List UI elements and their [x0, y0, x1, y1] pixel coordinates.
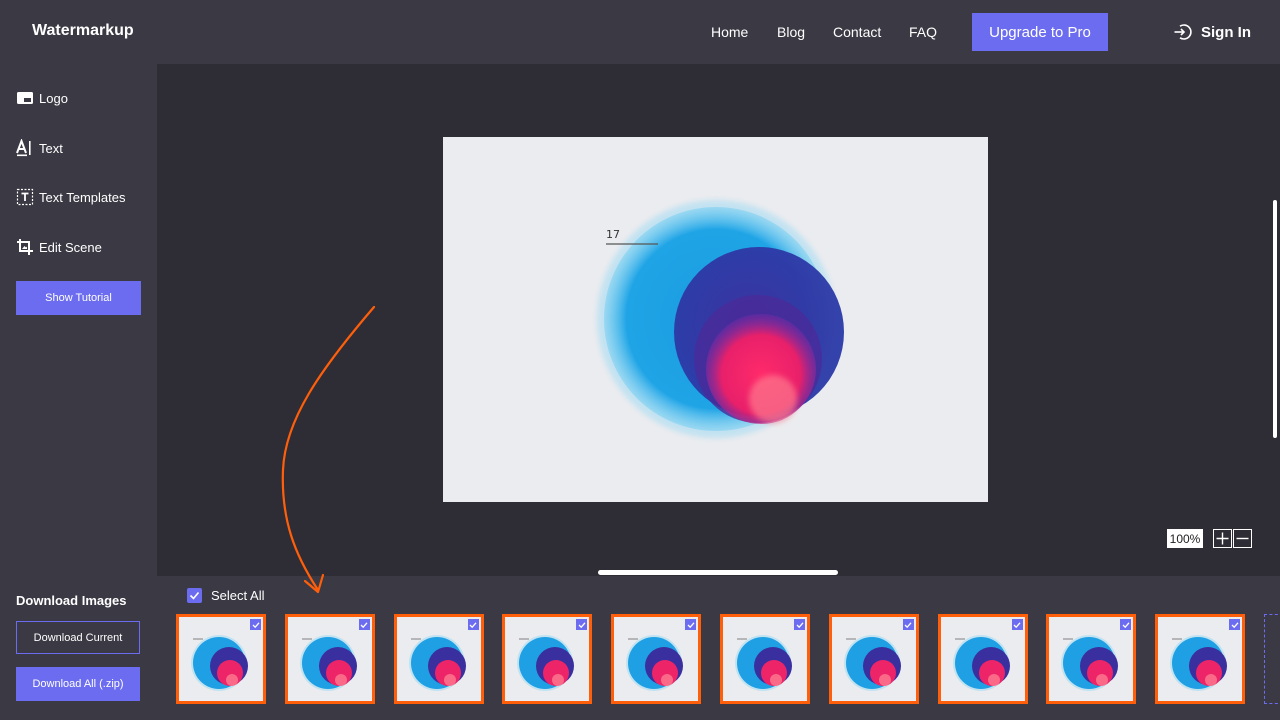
thumbnail[interactable]	[284, 614, 375, 704]
plus-icon	[1216, 532, 1229, 545]
check-icon	[252, 621, 259, 628]
thumbnail[interactable]	[502, 614, 593, 704]
sidebar-item-label: Text	[39, 140, 63, 156]
thumbnail-checkbox[interactable]	[685, 619, 697, 630]
check-icon	[904, 621, 912, 628]
sidebar-item-text-templates[interactable]: Text Templates	[16, 187, 125, 207]
check-icon	[687, 621, 695, 628]
thumbnail[interactable]	[1155, 614, 1246, 704]
sidebar-item-logo[interactable]: Logo	[16, 88, 68, 108]
thumbnail-checkbox[interactable]	[250, 619, 261, 630]
zoom-level: 100%	[1167, 529, 1203, 548]
thumbnail-checkbox[interactable]	[1229, 619, 1241, 630]
check-icon	[360, 621, 368, 628]
text-template-icon	[16, 188, 34, 206]
vertical-scrollbar[interactable]	[1273, 200, 1277, 438]
thumbnail-checkbox[interactable]	[1120, 619, 1132, 630]
nav-blog[interactable]: Blog	[777, 24, 805, 40]
canvas-image[interactable]: 17	[443, 137, 988, 502]
zoom-out-button[interactable]	[1233, 529, 1252, 548]
check-icon	[796, 621, 803, 628]
preview-artwork: 17	[597, 200, 844, 438]
nav-home[interactable]: Home	[711, 24, 748, 40]
select-all-label: Select All	[211, 587, 265, 603]
check-icon	[469, 621, 477, 628]
zoom-in-button[interactable]	[1213, 529, 1232, 548]
check-icon	[1122, 621, 1130, 628]
add-image-slot[interactable]	[1264, 614, 1280, 704]
sidebar-item-label: Edit Scene	[39, 239, 102, 255]
thumbnail[interactable]	[1046, 614, 1137, 704]
sign-in-label: Sign In	[1201, 23, 1251, 41]
logo-icon	[16, 89, 34, 107]
sidebar-item-edit-scene[interactable]: Edit Scene	[16, 237, 102, 257]
sidebar-item-label: Text Templates	[39, 189, 126, 205]
thumbnail-checkbox[interactable]	[467, 619, 479, 630]
image-number: 17	[606, 228, 620, 241]
download-current-button[interactable]: Download Current	[16, 621, 140, 654]
panel-resize-handle[interactable]	[598, 570, 838, 575]
crop-icon	[16, 238, 34, 256]
thumbnail-checkbox[interactable]	[902, 619, 914, 630]
thumbnail-checkbox[interactable]	[794, 619, 805, 630]
brand-logo[interactable]: Watermarkup	[32, 22, 134, 40]
sign-in-button[interactable]: Sign In	[1172, 22, 1251, 42]
sign-in-icon	[1174, 24, 1192, 40]
thumbnail[interactable]	[393, 614, 484, 704]
check-icon	[578, 621, 586, 628]
sidebar-item-label: Logo	[39, 90, 68, 106]
thumbnail-checkbox[interactable]	[358, 619, 370, 630]
select-all-checkbox[interactable]: Select All	[178, 587, 264, 603]
download-all-button[interactable]: Download All (.zip)	[16, 667, 140, 701]
minus-icon	[1236, 537, 1249, 540]
thumbnail[interactable]	[176, 614, 266, 704]
thumbnail[interactable]	[828, 614, 919, 704]
top-bar: Watermarkup Home Blog Contact FAQ Upgrad…	[0, 0, 1280, 64]
sidebar: Logo Text Text Templates Edit Scene Show…	[0, 64, 157, 720]
thumbnail[interactable]	[611, 614, 702, 704]
checkbox-checked-icon	[187, 587, 202, 603]
nav-contact[interactable]: Contact	[833, 24, 881, 40]
show-tutorial-button[interactable]: Show Tutorial	[16, 281, 141, 315]
thumbnail-checkbox[interactable]	[1011, 619, 1023, 630]
check-icon	[1231, 621, 1239, 628]
thumbnail[interactable]	[937, 614, 1028, 704]
sidebar-item-text[interactable]: Text	[16, 138, 63, 158]
thumbnail[interactable]	[720, 614, 810, 704]
check-icon	[1013, 621, 1021, 628]
thumbnail-checkbox[interactable]	[576, 619, 588, 630]
nav-faq[interactable]: FAQ	[909, 24, 937, 40]
download-images-heading: Download Images	[16, 593, 127, 608]
upgrade-button[interactable]: Upgrade to Pro	[972, 13, 1108, 51]
text-icon	[16, 139, 34, 157]
